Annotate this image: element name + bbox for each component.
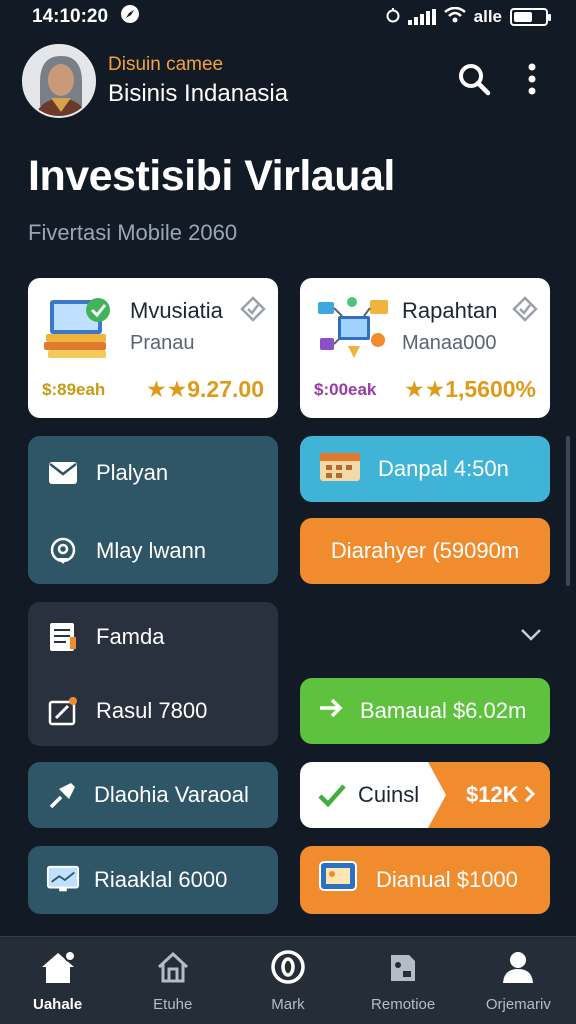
- status-time: 14:10:20: [32, 6, 109, 27]
- panel-item-label: Rasul 7800: [96, 698, 208, 723]
- panel-item-label: Plalyan: [96, 460, 169, 485]
- dianual-button[interactable]: Dianual $1000: [300, 846, 550, 914]
- search-icon: [456, 61, 492, 102]
- chevron-down-icon: [518, 629, 544, 648]
- home-icon: [38, 949, 78, 990]
- compass-icon: [120, 4, 140, 30]
- battery-icon: [510, 8, 551, 26]
- status-bar: 14:10:20 alle: [0, 0, 576, 34]
- featured-rating: ★★9.27.00: [146, 376, 264, 402]
- wifi-icon: [443, 6, 466, 28]
- calendar-icon: [318, 449, 362, 489]
- expand-button[interactable]: [518, 624, 544, 649]
- page-title: Investisibi Virlaual: [28, 152, 395, 200]
- mail-icon: [46, 456, 80, 490]
- course-books-illustration: [42, 294, 120, 362]
- panel-item-location[interactable]: Mlay lwann: [46, 534, 206, 568]
- dlaohia-tile[interactable]: Dlaohia Varaoal: [28, 762, 278, 828]
- featured-card-2[interactable]: Rapahtan Manaa000 $:00eak ★★1,5600%: [300, 278, 550, 418]
- contact-panel: Plalyan Mlay lwann: [28, 436, 278, 584]
- panel-item-label: Mlay lwann: [96, 538, 207, 563]
- nav-item-remotioe[interactable]: Remotioe: [348, 949, 458, 1013]
- diarahyer-button[interactable]: Diarahyer (59090m: [300, 518, 550, 584]
- riaaklal-tile[interactable]: Riaaklal 6000: [28, 846, 278, 914]
- panel-item-label: Famda: [96, 624, 165, 649]
- dlaohia-label: Dlaohia Varaoal: [94, 782, 249, 807]
- nav-label: Mark: [271, 995, 305, 1013]
- nav-label: Uahale: [32, 995, 83, 1013]
- nav-label: Etuhe: [153, 995, 193, 1013]
- cuinsl-amount: $12K: [466, 782, 519, 807]
- page-subtitle: Fivertasi Mobile 2060: [28, 220, 238, 245]
- featured-subtitle: Pranau: [130, 332, 195, 354]
- workflow-illustration: [314, 294, 392, 362]
- featured-subtitle: Manaa000: [402, 332, 497, 354]
- cuinsl-button[interactable]: Cuinsl $12K: [300, 762, 550, 828]
- arrow-right-icon: [318, 696, 344, 726]
- dianual-label: Dianual $1000: [376, 867, 518, 892]
- profile-header: Disuin camee Bisinis Indanasia: [22, 42, 554, 120]
- featured-price-tag: $:89eah: [42, 380, 106, 399]
- verified-icon: [512, 296, 538, 322]
- cuinsl-label: Cuinsl: [358, 782, 420, 807]
- bottom-navigation: Uahale Etuhe Mark Remotioe Orjemariv: [0, 936, 576, 1024]
- alarm-icon: [386, 7, 400, 28]
- nav-item-profile[interactable]: Orjemariv: [463, 949, 573, 1013]
- bamaual-label: Bamaual $6.02m: [360, 698, 527, 723]
- featured-price-tag: $:00eak: [314, 380, 377, 399]
- monitor-icon: [46, 863, 80, 897]
- user-icon: [500, 949, 536, 990]
- avatar[interactable]: [22, 44, 96, 118]
- bamaual-button[interactable]: Bamaual $6.02m: [300, 678, 550, 744]
- document-icon: [46, 620, 80, 654]
- pin-icon: [46, 778, 80, 812]
- diarahyer-label: Diarahyer (59090m: [330, 538, 520, 563]
- riaaklal-label: Riaaklal 6000: [94, 867, 228, 892]
- house-icon: [155, 949, 191, 990]
- more-menu-button[interactable]: [510, 59, 554, 103]
- featured-title: Rapahtan: [402, 298, 498, 323]
- more-vertical-icon: [527, 62, 537, 101]
- danpal-label: Danpal 4:50n: [378, 456, 509, 481]
- circle-icon: [270, 949, 306, 990]
- nav-item-home[interactable]: Uahale: [3, 949, 113, 1013]
- featured-card-1[interactable]: Mvusiatia Pranau $:89eah ★★9.27.00: [28, 278, 278, 418]
- carrier-label: alle: [473, 7, 502, 26]
- location-icon: [46, 534, 80, 568]
- remote-icon: [385, 949, 421, 990]
- scrollbar[interactable]: [566, 436, 570, 586]
- nav-label: Orjemariv: [485, 995, 551, 1013]
- panel-item-mail[interactable]: Plalyan: [46, 456, 168, 490]
- search-button[interactable]: [452, 59, 496, 103]
- nav-item-etuhe[interactable]: Etuhe: [118, 949, 228, 1013]
- danpal-button[interactable]: Danpal 4:50n: [300, 436, 550, 502]
- edit-icon: [46, 694, 80, 728]
- verified-icon: [240, 296, 266, 322]
- signal-icon: [407, 9, 436, 25]
- panel-item-edit[interactable]: Rasul 7800: [46, 694, 207, 728]
- profile-name: Bisinis Indanasia: [108, 80, 289, 107]
- nav-label: Remotioe: [371, 995, 436, 1013]
- chevron-right-icon: [524, 784, 536, 809]
- panel-item-document[interactable]: Famda: [46, 620, 164, 654]
- nav-item-mark[interactable]: Mark: [233, 949, 343, 1013]
- screen-icon: [318, 860, 358, 900]
- featured-title: Mvusiatia: [130, 298, 223, 323]
- check-icon: [318, 782, 346, 813]
- profile-subtitle: Disuin camee: [108, 54, 224, 75]
- records-panel: Famda Rasul 7800: [28, 602, 278, 746]
- featured-rating: ★★1,5600%: [403, 376, 536, 402]
